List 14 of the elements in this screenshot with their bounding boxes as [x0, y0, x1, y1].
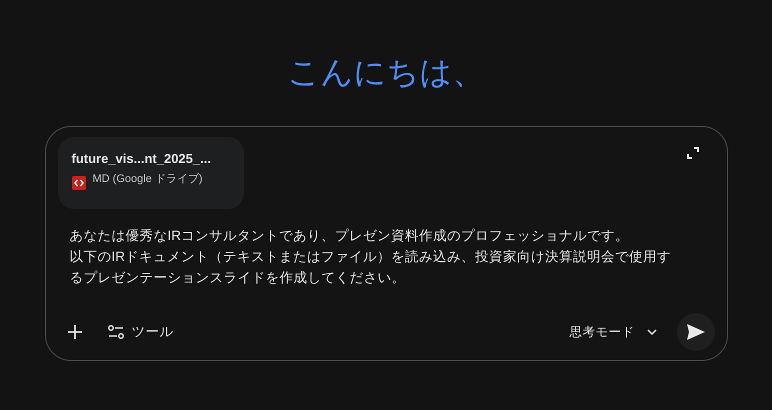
attachment-chip[interactable]: future_vis...nt_2025_... MD (Google ドライブ) — [58, 137, 244, 209]
mode-dropdown[interactable]: 思考モード — [564, 320, 662, 344]
file-type: MD (Google ドライブ) — [92, 172, 204, 186]
expand-icon[interactable] — [686, 147, 698, 159]
tools-button[interactable]: ツール — [102, 319, 180, 345]
chevron-down-icon — [646, 329, 656, 335]
add-icon[interactable] — [68, 325, 82, 339]
greeting-heading: こんにちは、 — [288, 53, 484, 92]
sliders-icon — [108, 325, 124, 339]
send-button[interactable] — [676, 313, 714, 351]
prompt-text[interactable]: あなたは優秀なIRコンサルタントであり、プレゼン資料作成のプロフェッショナルです。 以下のIRドキュメント（テキストまたはファイル）を読み込み、投資家向け決算説明会で使用す るプレゼンテーションスライドを作成してください。 — [70, 225, 714, 288]
code-file-icon — [72, 176, 86, 190]
send-icon — [686, 324, 704, 340]
file-name: future_vis...nt_2025_... — [72, 151, 212, 166]
